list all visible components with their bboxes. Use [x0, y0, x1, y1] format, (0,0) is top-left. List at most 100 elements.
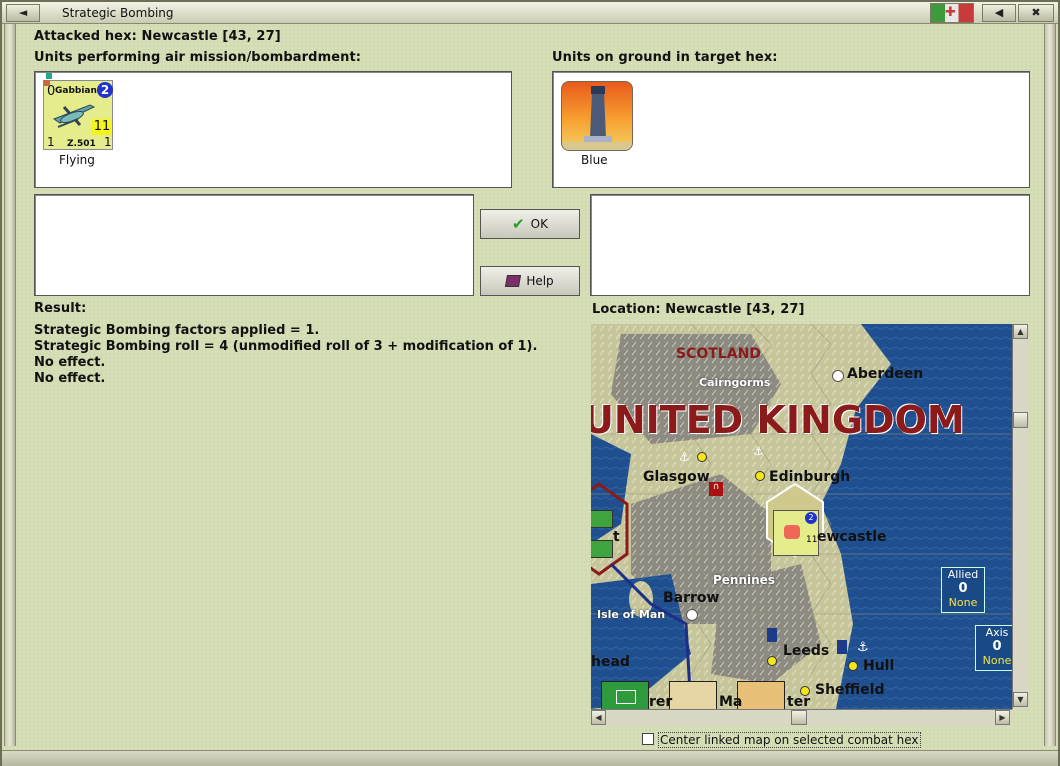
air-unit-bottom-left: 1 — [47, 135, 55, 149]
map-label-partial: t — [613, 529, 620, 545]
map-label-edinburgh: Edinburgh — [769, 469, 851, 485]
scroll-up-arrow-icon[interactable]: ▲ — [1013, 324, 1028, 339]
map-label-pennines: Pennines — [713, 573, 775, 587]
close-button[interactable]: ✖ — [1018, 4, 1054, 22]
city-icon — [697, 452, 707, 462]
ground-units-label: Units on ground in target hex: — [552, 50, 778, 65]
air-results-panel — [34, 194, 474, 296]
strategic-bombing-window: ◄ Strategic Bombing ✚ ◀ ✖ Attacked hex: … — [0, 0, 1060, 766]
map-air-unit-counter[interactable]: 2 11 — [773, 510, 819, 556]
anchor-icon: ⚓ — [753, 444, 764, 458]
axis-title: Axis — [985, 626, 1009, 639]
map-label-country: UNITED KINGDOM — [591, 398, 965, 442]
unit-flag-icon — [46, 73, 52, 79]
center-map-checkbox-label[interactable]: Center linked map on selected combat hex — [658, 732, 921, 748]
allied-status: None — [948, 596, 978, 609]
map-label-partial-head: head — [591, 654, 630, 670]
map-label-isle-of-man: Isle of Man — [597, 608, 666, 621]
map-label-newcastle: ewcastle — [817, 529, 887, 545]
map-unit-strength: 11 — [806, 535, 818, 545]
port-icon — [832, 370, 844, 382]
scroll-left-arrow-icon[interactable]: ◀ — [591, 710, 606, 725]
allied-title: Allied — [947, 568, 979, 581]
map-unit-range-badge: 2 — [805, 512, 817, 524]
air-unit-strength: 11 — [92, 119, 112, 135]
map-label-sheffield: Sheffield — [815, 682, 885, 698]
location-map[interactable]: SCOTLAND Cairngorms Aberdeen UNITED KING… — [591, 324, 1012, 709]
title-bar: ◄ Strategic Bombing ✚ ◀ ✖ — [2, 2, 1058, 24]
bottom-frame-rail — [2, 750, 1058, 766]
map-horizontal-scrollbar[interactable]: ◀ ▶ — [591, 709, 1012, 726]
ground-unit-status: Blue — [581, 153, 608, 167]
allied-value: 0 — [958, 581, 968, 596]
city-icon — [755, 471, 765, 481]
enemy-unit-counter[interactable] — [591, 510, 613, 528]
attacked-hex-label: Attacked hex: Newcastle [43, 27] — [34, 29, 281, 44]
ground-results-panel — [590, 194, 1030, 296]
scroll-down-arrow-icon[interactable]: ▼ — [1013, 692, 1028, 707]
port-icon — [686, 609, 698, 621]
map-label-barrow: Barrow — [663, 590, 720, 606]
air-unit-status: Flying — [59, 153, 95, 167]
map-label-aberdeen: Aberdeen — [847, 366, 924, 382]
ground-units-panel: Blue — [552, 71, 1030, 188]
help-button[interactable]: Help — [480, 266, 580, 296]
air-unit-counter[interactable]: 0 Gabbiano 2 11 1 Z.501 1 — [43, 73, 113, 150]
ok-label: OK — [530, 217, 548, 231]
minimize-button[interactable]: ◀ — [982, 4, 1016, 22]
ok-button[interactable]: ✔ OK — [480, 209, 580, 239]
air-unit-designation: Z.501 — [67, 139, 96, 149]
location-label: Location: Newcastle [43, 27] — [592, 302, 805, 317]
axis-info-box: Axis 0 None — [975, 625, 1012, 671]
result-line: No effect. — [34, 371, 106, 386]
horizontal-scroll-thumb[interactable] — [791, 710, 807, 725]
seaplane-icon — [52, 104, 96, 128]
map-unit-icon — [784, 525, 800, 539]
axis-value: 0 — [992, 639, 1002, 654]
result-label: Result: — [34, 301, 87, 316]
air-unit-range-badge: 2 — [97, 82, 113, 98]
ground-unit-counter-green[interactable] — [601, 681, 649, 709]
anchor-icon: ⚓ — [857, 640, 869, 655]
map-label-glasgow: Glasgow — [643, 469, 710, 485]
left-frame-rail — [4, 24, 16, 746]
map-label-partial-ter: ter — [787, 694, 811, 709]
infantry-symbol-icon — [616, 690, 636, 704]
scroll-right-arrow-icon[interactable]: ▶ — [995, 710, 1010, 725]
city-icon — [767, 656, 777, 666]
factory-icon: ∩ — [709, 482, 723, 496]
factory-icon — [837, 640, 847, 654]
air-unit-bottom-right: 1 — [104, 135, 112, 149]
map-label-cairngorms: Cairngorms — [699, 376, 771, 389]
air-unit-counter-tan[interactable] — [737, 681, 785, 709]
collapse-button[interactable]: ◄ — [6, 4, 40, 22]
result-line: Strategic Bombing roll = 4 (unmodified r… — [34, 339, 538, 354]
result-line: No effect. — [34, 355, 106, 370]
city-icon — [848, 661, 858, 671]
air-units-panel: 0 Gabbiano 2 11 1 Z.501 1 Flying — [34, 71, 512, 188]
ground-unit-counter-tan[interactable] — [669, 681, 717, 709]
anchor-icon: ⚓ — [679, 450, 690, 464]
map-label-scotland: SCOTLAND — [676, 346, 761, 362]
factory-icon — [767, 628, 777, 642]
result-line: Strategic Bombing factors applied = 1. — [34, 323, 320, 338]
checkmark-icon: ✔ — [512, 215, 525, 233]
right-frame-rail — [1044, 24, 1056, 746]
lighthouse-icon — [562, 86, 632, 150]
axis-status: None — [982, 654, 1012, 667]
vertical-scroll-thumb[interactable] — [1013, 412, 1028, 428]
help-label: Help — [526, 274, 554, 288]
ground-unit-counter[interactable] — [561, 81, 633, 151]
center-map-checkbox[interactable] — [642, 733, 654, 745]
air-units-label: Units performing air mission/bombardment… — [34, 50, 362, 65]
map-label-partial-ma: Ma — [719, 694, 743, 709]
allied-info-box: Allied 0 None — [941, 567, 985, 613]
help-book-icon — [505, 275, 522, 287]
map-label-hull: Hull — [863, 658, 895, 674]
map-vertical-scrollbar[interactable]: ▲ ▼ — [1012, 324, 1029, 709]
enemy-unit-counter[interactable] — [591, 540, 613, 558]
air-unit-name: Gabbiano — [55, 86, 104, 96]
italy-flag-icon: ✚ — [930, 3, 974, 23]
window-title: Strategic Bombing — [62, 6, 174, 20]
map-label-partial-rer: rer — [649, 694, 673, 709]
